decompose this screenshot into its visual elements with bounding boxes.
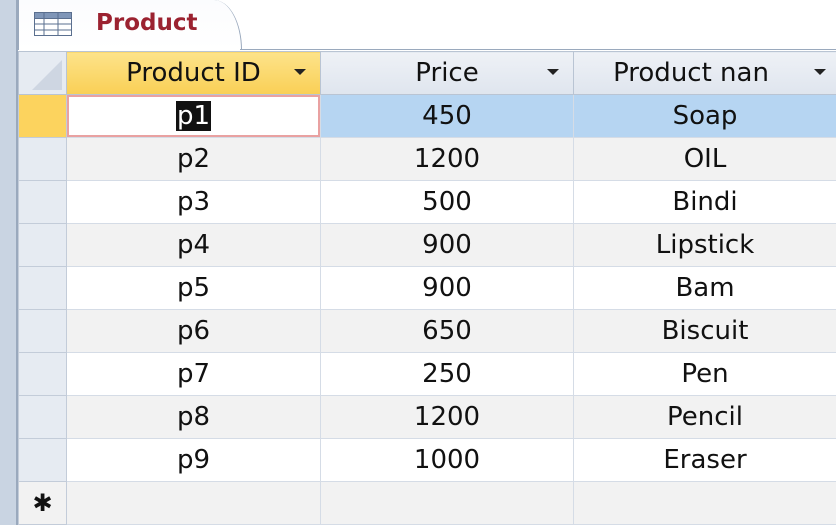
cell-product-name[interactable]: Pen [573, 352, 836, 396]
datasheet-grid: Product ID Price Product nan p1 450 Soap… [18, 51, 836, 525]
cell-price[interactable]: 1200 [320, 137, 574, 181]
new-record-row: ✱ [18, 481, 836, 525]
table-icon [34, 12, 72, 36]
new-cell-product-name[interactable] [573, 481, 836, 525]
record-selector[interactable] [18, 137, 67, 181]
record-selector[interactable] [18, 94, 67, 138]
table-row: p1 450 Soap [18, 94, 836, 138]
table-row: p6 650 Biscuit [18, 309, 836, 353]
cell-price[interactable]: 450 [320, 94, 574, 138]
cell-value: p1 [175, 101, 212, 131]
table-row: p7 250 Pen [18, 352, 836, 396]
table-row: p4 900 Lipstick [18, 223, 836, 267]
cell-product-id[interactable]: p9 [66, 438, 321, 482]
record-selector[interactable] [18, 266, 67, 310]
cell-product-id[interactable]: p4 [66, 223, 321, 267]
cell-product-id[interactable]: p7 [66, 352, 321, 396]
column-header-product-name[interactable]: Product nan [573, 51, 836, 95]
cell-price[interactable]: 900 [320, 223, 574, 267]
column-header-label: Price [415, 58, 479, 88]
cell-price[interactable]: 250 [320, 352, 574, 396]
table-row: p2 1200 OIL [18, 137, 836, 181]
select-all-corner[interactable] [18, 51, 67, 95]
cell-product-name[interactable]: Bindi [573, 180, 836, 224]
table-row: p8 1200 Pencil [18, 395, 836, 439]
table-row: p9 1000 Eraser [18, 438, 836, 482]
header-row: Product ID Price Product nan [18, 51, 836, 95]
column-header-product-id[interactable]: Product ID [66, 51, 321, 95]
record-selector[interactable] [18, 180, 67, 224]
new-cell-product-id[interactable] [66, 481, 321, 525]
chevron-down-icon[interactable] [547, 69, 559, 75]
tab-divider [240, 49, 836, 50]
select-all-icon [32, 60, 62, 90]
column-header-label: Product nan [613, 58, 769, 88]
record-selector[interactable] [18, 309, 67, 353]
new-record-icon: ✱ [32, 489, 53, 517]
record-selector[interactable] [18, 352, 67, 396]
cell-product-id[interactable]: p5 [66, 266, 321, 310]
table-row: p3 500 Bindi [18, 180, 836, 224]
cell-product-name[interactable]: Eraser [573, 438, 836, 482]
cell-product-id[interactable]: p2 [66, 137, 321, 181]
window-left-border [0, 0, 18, 525]
cell-price[interactable]: 650 [320, 309, 574, 353]
cell-price[interactable]: 900 [320, 266, 574, 310]
new-record-selector[interactable]: ✱ [18, 481, 67, 525]
cell-price[interactable]: 1200 [320, 395, 574, 439]
tab-product-label: Product [96, 10, 198, 36]
new-cell-price[interactable] [320, 481, 574, 525]
cell-product-name[interactable]: Soap [573, 94, 836, 138]
column-header-label: Product ID [126, 58, 261, 88]
cell-product-name[interactable]: Pencil [573, 395, 836, 439]
cell-product-id[interactable]: p6 [66, 309, 321, 353]
cell-product-name[interactable]: Lipstick [573, 223, 836, 267]
cell-price[interactable]: 500 [320, 180, 574, 224]
cell-product-name[interactable]: Biscuit [573, 309, 836, 353]
cell-product-name[interactable]: Bam [573, 266, 836, 310]
record-selector[interactable] [18, 395, 67, 439]
record-selector[interactable] [18, 223, 67, 267]
chevron-down-icon[interactable] [294, 69, 306, 75]
table-row: p5 900 Bam [18, 266, 836, 310]
column-header-price[interactable]: Price [320, 51, 574, 95]
cell-product-id[interactable]: p3 [66, 180, 321, 224]
cell-price[interactable]: 1000 [320, 438, 574, 482]
cell-product-id[interactable]: p1 [66, 94, 321, 138]
cell-product-name[interactable]: OIL [573, 137, 836, 181]
record-selector[interactable] [18, 438, 67, 482]
chevron-down-icon[interactable] [814, 69, 826, 75]
cell-product-id[interactable]: p8 [66, 395, 321, 439]
